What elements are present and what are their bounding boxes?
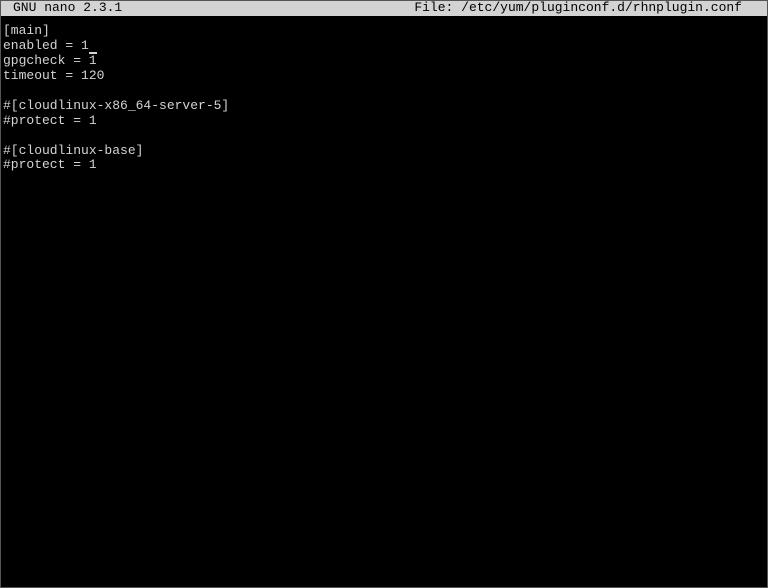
file-label: File:: [414, 0, 461, 15]
line-text: enabled = 1: [3, 38, 89, 53]
file-path: /etc/yum/pluginconf.d/rhnplugin.conf: [461, 0, 742, 15]
editor-line: [3, 129, 765, 144]
editor-line: [3, 84, 765, 99]
nano-file-info: File: /etc/yum/pluginconf.d/rhnplugin.co…: [414, 1, 767, 16]
editor-line: timeout = 120: [3, 69, 765, 84]
nano-title-bar: GNU nano 2.3.1 File: /etc/yum/pluginconf…: [1, 1, 767, 16]
editor-content[interactable]: [main]enabled = 1gpgcheck = 1timeout = 1…: [1, 22, 767, 173]
editor-line: #[cloudlinux-x86_64-server-5]: [3, 99, 765, 114]
editor-line: #protect = 1: [3, 158, 765, 173]
editor-line: gpgcheck = 1: [3, 54, 765, 69]
editor-line: [main]: [3, 24, 765, 39]
nano-app-name: GNU nano 2.3.1: [1, 1, 122, 16]
editor-line: #protect = 1: [3, 114, 765, 129]
editor-line: enabled = 1: [3, 39, 765, 54]
editor-line: #[cloudlinux-base]: [3, 144, 765, 159]
